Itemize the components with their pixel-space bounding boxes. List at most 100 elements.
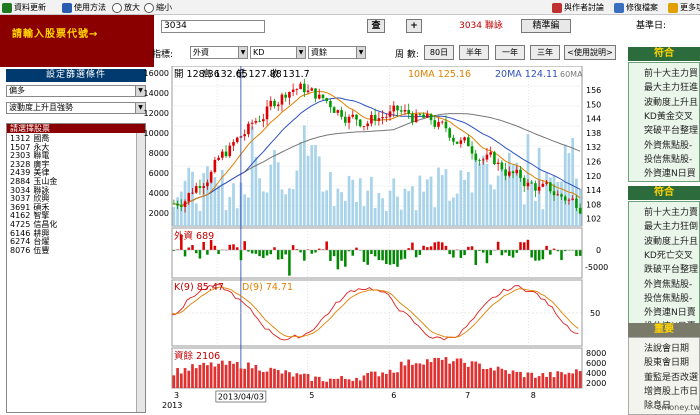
stock-code-input[interactable]: 3034 [161,20,265,33]
zoom-in-icon [112,2,122,13]
candle-body [563,196,567,201]
margin-bar [176,368,179,388]
refresh-data-button[interactable]: 資料更新 [2,1,46,14]
period-three-year-button[interactable]: 三年 [530,45,560,60]
period-half-year-button[interactable]: 半年 [459,45,489,60]
right-section-item[interactable]: 突破平台整理 [644,123,698,136]
right-section-item[interactable]: 最大主力狂進 [644,80,698,93]
foreign-bar [541,250,545,260]
candle-body [269,100,273,107]
more-features-button[interactable]: 更多功能 [668,1,700,14]
candle-body [429,114,433,121]
candle-body [504,169,507,176]
margin-bar [172,375,176,388]
margin-bar [515,371,519,388]
margin-bar [321,381,325,388]
margin-bar [414,363,418,388]
query-button[interactable]: 查 [367,19,385,33]
right-section-item[interactable]: 波動度上升且 [644,234,698,247]
right-section-item[interactable]: 外資焦點股- [644,277,692,290]
volume-bar [429,176,433,226]
stock-list-item[interactable]: 8076 伍豐 [10,246,49,255]
right-section-item[interactable]: 外資焦點股- [644,138,692,151]
volume-bar [489,184,493,226]
filter-select-2[interactable]: 波動度上升且強勢 ▼ [6,102,146,114]
discuss-author-button[interactable]: 與作者討論 [552,1,604,14]
right-section-item[interactable]: 增資股上市日 [644,384,698,397]
clean-edit-button[interactable]: 精準編 [521,19,571,33]
right-section-item[interactable]: 前十大主力賣 [644,205,698,218]
ma10-label: 10MA 125.16 [408,69,471,80]
right-section-item[interactable]: 外資連N日賣 [644,305,696,318]
foreign-bar [388,250,392,265]
candle-body [500,162,504,170]
foreign-bar [511,250,515,258]
right-section-item[interactable]: 投信焦點股- [644,291,692,304]
margin-bar [493,370,496,388]
volume-bar [329,172,332,226]
candle-body [522,177,526,187]
zoom-out-button[interactable]: 縮小 [144,1,172,14]
add-button[interactable]: + [406,19,422,33]
candle-body [276,104,280,107]
filter-select-1[interactable]: 偏多 ▼ [6,85,146,97]
volume-bar [280,189,284,226]
candle-body [575,198,578,208]
margin-bar [373,371,377,388]
repair-files-button[interactable]: 修復檔案 [614,1,658,14]
indicator-select-2[interactable]: KD ▼ [250,46,306,59]
foreign-bar [273,247,276,250]
right-section-item[interactable]: 最大主力狂倒 [644,219,698,232]
volume-tick-label: 12000 [144,109,169,118]
period-80d-button[interactable]: 80日 [424,45,454,60]
margin-bar [455,358,459,388]
foreign-bar [500,250,504,256]
right-section-header: 符合 [628,186,700,200]
zoom-in-button[interactable]: 放大 [112,1,140,14]
foreign-bar [426,247,429,250]
foreign-bar [437,241,440,250]
candle-body [202,186,205,188]
volume-bar [284,194,288,226]
foreign-bar [522,242,526,250]
right-section-item[interactable]: 前十大主力買 [644,66,698,79]
left-panel: 請輸入股票代號→ 設定篩選條件 偏多 ▼ 波動度上升且強勢 ▼ 請選擇股票 13… [0,15,154,415]
right-section-item[interactable]: 投信焦點股- [644,152,692,165]
indicator-select-1[interactable]: 外資 ▼ [190,46,248,59]
month-label: 8 [531,391,536,400]
right-section-item[interactable]: 股東會日期 [644,355,689,368]
foreign-bar [444,245,448,250]
foreign-bar [194,250,198,254]
foreign-bar [411,242,414,250]
usage-guide-button[interactable]: <使用說明> [564,45,616,60]
volume-bar [556,182,560,226]
chevron-down-icon: ▼ [238,47,247,58]
kd-k-label: K(9) 85.47 [174,282,224,293]
right-section-item[interactable]: 法說會日期 [644,341,689,354]
margin-bar [522,377,526,388]
volume-tick-label: 14000 [144,89,169,98]
stock-list[interactable]: 請選擇股票 1312 國喬 1507 永大 2303 聯電 2328 廣宇 2439 美律 2884… [6,123,146,413]
indicator-select-3[interactable]: 資餘 ▼ [308,46,366,59]
right-section-item[interactable]: 外資連N日買 [644,166,696,179]
candle-body [355,114,358,120]
margin-bar [459,358,463,388]
volume-bar [373,207,377,226]
right-section-item[interactable]: 波動度上升且 [644,95,698,108]
margin-bar [288,372,291,388]
margin-bar [343,378,347,388]
candle-body [172,203,176,205]
right-section-item[interactable]: 董監是否改選 [644,370,698,383]
right-section-item[interactable]: KD死亡交叉 [644,248,693,261]
volume-bar [481,155,485,226]
right-section-item[interactable]: 跌破平台整理 [644,262,698,275]
foreign-bar [373,250,377,257]
margin-bar [548,372,552,388]
right-section-item[interactable]: KD黃金交叉 [644,109,693,122]
candle-body [392,105,396,112]
margin-bar [329,378,332,388]
volume-bar [172,207,176,226]
stock-chart[interactable]: 1600014000120001000080006000400020001561… [140,66,626,415]
help-button[interactable]: 使用方法 [62,1,106,14]
period-one-year-button[interactable]: 一年 [495,45,525,60]
